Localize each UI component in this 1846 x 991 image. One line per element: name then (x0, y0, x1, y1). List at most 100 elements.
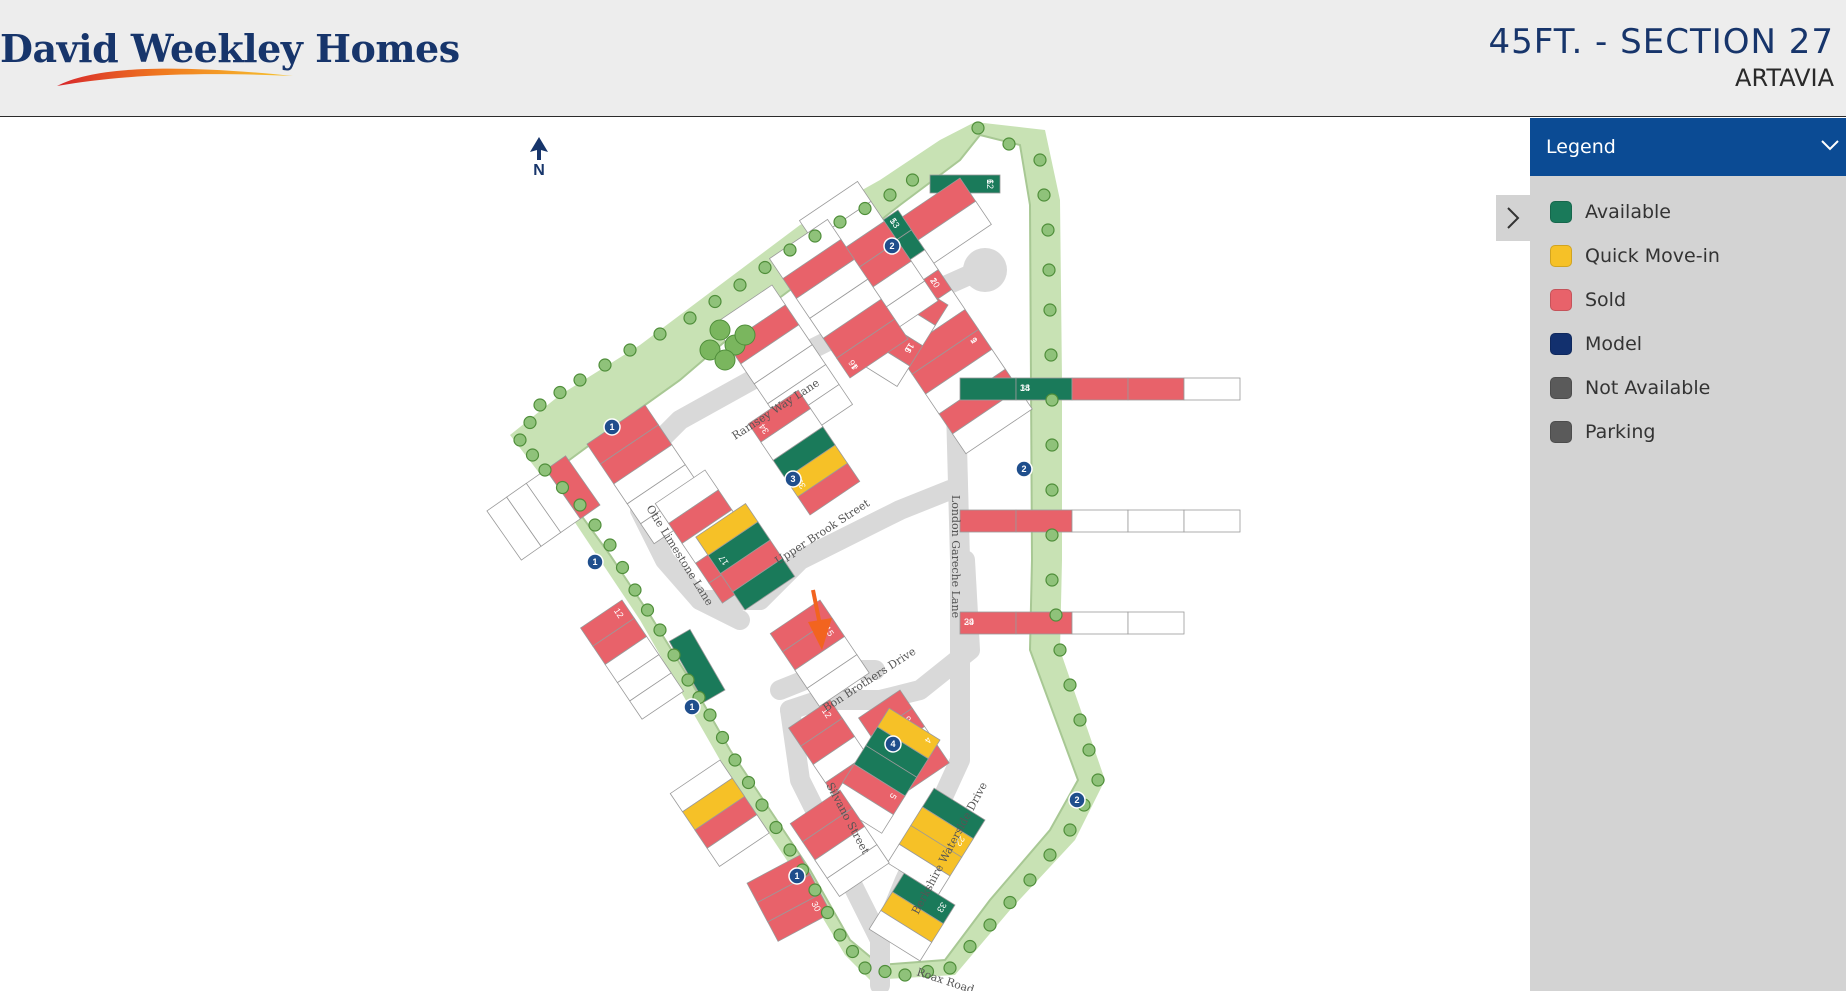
tree-icon (1043, 848, 1057, 862)
lot-number: 42 (1132, 617, 1142, 627)
tree-icon (983, 918, 997, 932)
section-marker-icon[interactable]: 4 (884, 735, 902, 753)
section-marker-icon[interactable]: 1 (586, 553, 604, 571)
legend-item-quick-move-in[interactable]: Quick Move-in (1530, 234, 1846, 278)
section-marker-icon[interactable]: 2 (883, 237, 901, 255)
legend-panel: Legend Available Quick Move-in Sold Mode… (1530, 118, 1846, 991)
legend-label: Quick Move-in (1585, 245, 1720, 267)
legend-label: Available (1585, 201, 1672, 223)
section-marker-icon[interactable]: 1 (788, 867, 806, 885)
page-title: 45FT. - SECTION 27 (1488, 22, 1834, 62)
lot[interactable] (1127, 509, 1185, 533)
lot-number: 6 (985, 179, 995, 184)
tree-icon (1049, 608, 1063, 622)
lot[interactable] (959, 377, 1017, 401)
marker-number: 2 (889, 241, 894, 251)
site-plan-svg[interactable]: N 12613510291614592816111834193520362439… (0, 118, 1530, 991)
tree-icon (628, 583, 642, 597)
tree-icon (1043, 303, 1057, 317)
tree-icon (963, 939, 977, 954)
lot[interactable] (1183, 509, 1241, 533)
tree-icon (553, 385, 567, 400)
section-marker-icon[interactable]: 3 (784, 470, 802, 488)
legend-list: Available Quick Move-in Sold Model Not A… (1530, 176, 1846, 454)
lot-parcel[interactable] (1127, 377, 1185, 401)
tree-icon (808, 229, 822, 243)
collapse-legend-button[interactable] (1496, 195, 1530, 241)
lot[interactable] (1127, 377, 1185, 401)
tree-icon (1045, 438, 1059, 452)
tree-icon (588, 518, 602, 532)
tree-icon (715, 730, 730, 745)
tree-icon (603, 538, 617, 552)
tree-icon (1063, 823, 1077, 837)
lot-number: 34 (1020, 383, 1030, 393)
marker-number: 1 (794, 871, 799, 881)
tree-icon (615, 560, 630, 575)
tree-cluster-icon (734, 324, 756, 346)
lot[interactable] (1015, 509, 1073, 533)
lot[interactable]: 1935 (1183, 377, 1241, 401)
lot-parcel[interactable] (1183, 509, 1241, 533)
marker-number: 2 (1074, 795, 1079, 805)
site-plan-map[interactable]: N 12613510291614592816111834193520362439… (0, 118, 1530, 991)
legend-header[interactable]: Legend (1530, 118, 1846, 176)
tree-icon (708, 294, 722, 309)
section-marker-icon[interactable]: 2 (1068, 791, 1086, 809)
lot-parcel[interactable] (1127, 509, 1185, 533)
tree-icon (703, 708, 717, 722)
legend-item-not-available[interactable]: Not Available (1530, 366, 1846, 410)
lot[interactable]: 1834 (1015, 377, 1073, 401)
tree-icon (1091, 773, 1105, 787)
tree-icon (1053, 643, 1067, 657)
tree-icon (858, 961, 872, 975)
legend-item-model[interactable]: Model (1530, 322, 1846, 366)
tree-icon (1033, 153, 1047, 167)
section-marker-icon[interactable]: 2 (1015, 460, 1033, 478)
tree-cluster-icon (714, 349, 736, 371)
tree-icon (1063, 678, 1077, 692)
lot-parcel[interactable] (959, 377, 1017, 401)
lot-parcel[interactable] (1071, 611, 1129, 635)
community-name: ARTAVIA (1735, 64, 1834, 92)
lot[interactable]: 2036 (1071, 509, 1129, 533)
lot-parcel[interactable] (959, 509, 1017, 533)
tree-icon (1045, 573, 1059, 587)
legend-item-available[interactable]: Available (1530, 190, 1846, 234)
legend-title: Legend (1546, 136, 1616, 158)
marker-number: 2 (1021, 464, 1026, 474)
tree-icon (1003, 895, 1017, 910)
tree-icon (733, 278, 747, 292)
legend-item-parking[interactable]: Parking (1530, 410, 1846, 454)
chevron-down-icon (1821, 140, 1839, 151)
legend-item-sold[interactable]: Sold (1530, 278, 1846, 322)
tree-icon (653, 623, 667, 637)
tree-icon (653, 327, 667, 341)
tree-icon (741, 775, 756, 790)
section-marker-icon[interactable]: 1 (603, 418, 621, 436)
quick-move-in-swatch (1550, 245, 1572, 267)
lot[interactable] (1071, 377, 1129, 401)
lot[interactable]: 2542 (1127, 611, 1185, 635)
north-arrow-icon: N (530, 137, 548, 179)
lot[interactable] (959, 509, 1017, 533)
model-swatch (1550, 333, 1572, 355)
lot[interactable] (1015, 611, 1073, 635)
tree-icon (525, 448, 540, 462)
tree-icon (513, 433, 527, 447)
tree-icon (883, 188, 897, 202)
tree-icon (783, 243, 797, 257)
tree-icon (808, 883, 822, 897)
lot[interactable]: 2439 (959, 611, 1017, 635)
tree-icon (878, 964, 892, 979)
tree-icon (1082, 743, 1096, 757)
tree-icon (820, 905, 835, 920)
logo-swoosh-icon (57, 68, 293, 86)
section-marker-icon[interactable]: 1 (683, 698, 701, 716)
lot[interactable] (1071, 611, 1129, 635)
lot-parcel[interactable] (1015, 509, 1073, 533)
lot-parcel[interactable] (1071, 377, 1129, 401)
tree-icon (1073, 713, 1087, 727)
tree-icon (858, 201, 872, 216)
lot-parcel[interactable] (1015, 611, 1073, 635)
